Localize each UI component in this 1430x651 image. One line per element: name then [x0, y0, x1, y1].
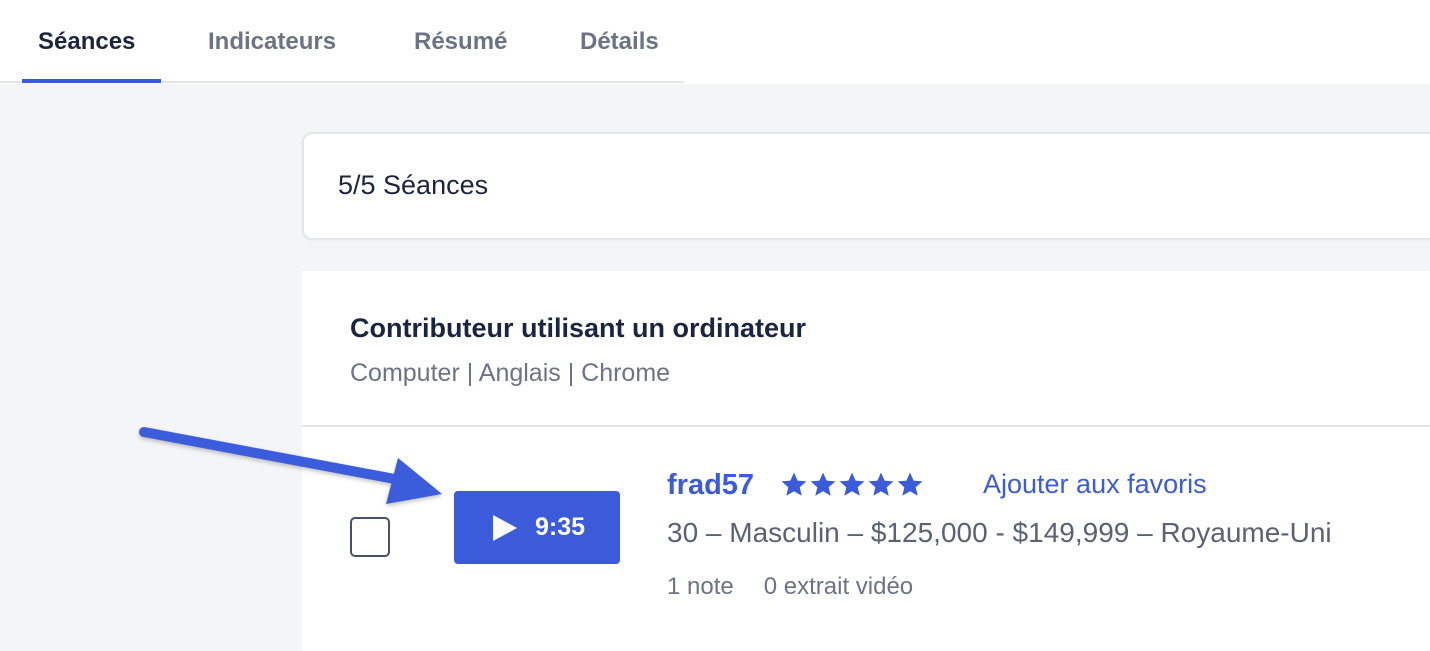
session-count: 5/5 Séances: [338, 170, 489, 200]
play-session-button[interactable]: 9:35: [454, 491, 620, 564]
session-meta: 1 note 0 extrait vidéo: [667, 573, 913, 601]
session-count-panel: 5/5 Séances: [302, 132, 1430, 240]
session-select-checkbox[interactable]: [350, 517, 390, 557]
group-subtitle: Computer | Anglais | Chrome: [350, 359, 671, 387]
star-icon: [781, 472, 807, 496]
star-icon: [839, 472, 865, 496]
session-username[interactable]: frad57: [667, 469, 754, 502]
star-icon: [897, 472, 923, 496]
participant-demographics: 30 – Masculin – $125,000 - $149,999 – Ro…: [667, 517, 1332, 548]
tab-seances[interactable]: Séances: [38, 28, 135, 56]
clips-count[interactable]: 0 extrait vidéo: [764, 573, 913, 600]
session-group-card: Contributeur utilisant un ordinateur Com…: [302, 271, 1430, 651]
tab-indicateurs[interactable]: Indicateurs: [208, 28, 336, 56]
star-icon: [810, 472, 836, 496]
rating-stars: [780, 471, 924, 499]
session-duration: 9:35: [534, 513, 586, 541]
group-title: Contributeur utilisant un ordinateur: [350, 313, 806, 343]
active-tab-indicator: [22, 79, 161, 83]
star-icon: [868, 472, 894, 496]
tab-resume[interactable]: Résumé: [414, 28, 507, 56]
play-icon: [492, 514, 517, 541]
add-to-favorites-link[interactable]: Ajouter aux favoris: [983, 469, 1207, 500]
notes-count[interactable]: 1 note: [667, 573, 734, 600]
tab-bar: Séances Indicateurs Résumé Détails: [0, 0, 1430, 84]
tab-details[interactable]: Détails: [580, 28, 659, 56]
card-divider: [302, 425, 1430, 427]
